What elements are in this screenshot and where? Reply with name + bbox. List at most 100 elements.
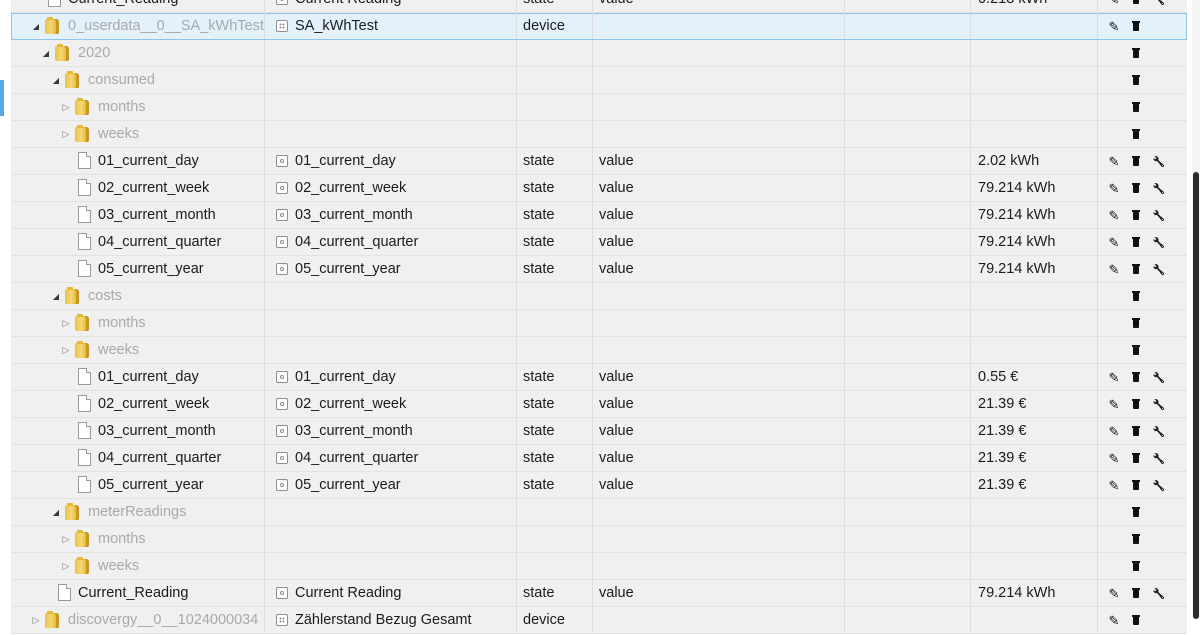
delete-trash-icon[interactable] [1128,364,1144,391]
edit-pencil-icon[interactable] [1106,445,1122,472]
column-role-cell [593,607,845,633]
delete-trash-icon[interactable] [1128,0,1144,13]
expand-triangle-icon[interactable] [61,121,71,148]
delete-trash-icon[interactable] [1128,13,1144,40]
expand-triangle-icon[interactable] [61,526,71,553]
column-room-cell [845,175,971,201]
delete-trash-icon[interactable] [1128,40,1144,67]
settings-wrench-icon[interactable] [1151,256,1167,283]
tree-row[interactable]: Current_Reading Current Reading state value… [11,580,1187,607]
settings-wrench-icon[interactable] [1151,445,1167,472]
delete-trash-icon[interactable] [1128,256,1144,283]
tree-row[interactable]: costs [11,283,1187,310]
edit-pencil-icon[interactable] [1106,391,1122,418]
delete-trash-icon[interactable] [1128,499,1144,526]
settings-wrench-icon[interactable] [1151,148,1167,175]
tree-row[interactable]: weeks [11,553,1187,580]
object-role-text: value [599,180,634,196]
collapse-triangle-icon[interactable] [31,13,41,40]
delete-trash-icon[interactable] [1128,229,1144,256]
edit-pencil-icon[interactable] [1106,580,1122,607]
expand-triangle-icon[interactable] [61,337,71,364]
delete-trash-icon[interactable] [1128,283,1144,310]
column-val-cell [971,94,1098,120]
delete-trash-icon[interactable] [1128,148,1144,175]
column-label-cell [265,40,517,66]
object-id-text: 2020 [78,45,111,61]
tree-row[interactable]: months [11,310,1187,337]
settings-wrench-icon[interactable] [1151,472,1167,499]
edit-pencil-icon[interactable] [1106,364,1122,391]
edit-pencil-icon[interactable] [1106,13,1122,40]
state-type-icon [276,587,288,599]
tree-row[interactable]: 01_current_day 01_current_day state value 2.… [11,148,1187,175]
tree-row[interactable]: months [11,94,1187,121]
vertical-scrollbar[interactable] [1192,0,1200,619]
edit-pencil-icon[interactable] [1106,418,1122,445]
collapse-triangle-icon[interactable] [51,499,61,526]
tree-row[interactable]: 04_current_quarter 04_current_quarter stat… [11,229,1187,256]
delete-trash-icon[interactable] [1128,472,1144,499]
tree-row[interactable]: 05_current_year 05_current_year state value… [11,472,1187,499]
tree-row[interactable]: discovergy__0__1024000034 Zählerstand Bez… [11,607,1187,634]
delete-trash-icon[interactable] [1128,580,1144,607]
tree-row[interactable]: meterReadings [11,499,1187,526]
tree-row[interactable]: 03_current_month 03_current_month state val… [11,418,1187,445]
tree-row[interactable]: consumed [11,67,1187,94]
column-role-cell [593,40,845,66]
tree-row[interactable]: 0_userdata__0__SA_kWhTest SA_kWhTest devic… [11,13,1187,40]
collapse-triangle-icon[interactable] [51,283,61,310]
tree-row[interactable]: 04_current_quarter 04_current_quarter stat… [11,445,1187,472]
expand-triangle-icon[interactable] [61,553,71,580]
edit-pencil-icon[interactable] [1106,472,1122,499]
scrollbar-thumb[interactable] [1193,172,1199,619]
delete-trash-icon[interactable] [1128,202,1144,229]
edit-pencil-icon[interactable] [1106,0,1122,13]
settings-wrench-icon[interactable] [1151,202,1167,229]
expand-triangle-icon[interactable] [61,310,71,337]
settings-wrench-icon[interactable] [1151,418,1167,445]
collapse-triangle-icon[interactable] [41,40,51,67]
settings-wrench-icon[interactable] [1151,229,1167,256]
column-type-cell [517,94,593,120]
edit-pencil-icon[interactable] [1106,175,1122,202]
tree-row[interactable]: 02_current_week 02_current_week state value… [11,391,1187,418]
delete-trash-icon[interactable] [1128,607,1144,634]
delete-trash-icon[interactable] [1128,526,1144,553]
settings-wrench-icon[interactable] [1151,391,1167,418]
tree-row[interactable]: Current_Reading Current Reading state value… [11,0,1187,13]
edit-pencil-icon[interactable] [1106,202,1122,229]
edit-pencil-icon[interactable] [1106,607,1122,634]
tree-row[interactable]: 05_current_year 05_current_year state value… [11,256,1187,283]
delete-trash-icon[interactable] [1128,418,1144,445]
tree-row[interactable]: 01_current_day 01_current_day state value 0.… [11,364,1187,391]
object-name-text: 04_current_quarter [295,450,419,466]
tree-row[interactable]: 03_current_month 03_current_month state val… [11,202,1187,229]
tree-row[interactable]: weeks [11,121,1187,148]
delete-trash-icon[interactable] [1128,445,1144,472]
settings-wrench-icon[interactable] [1151,175,1167,202]
expand-triangle-icon[interactable] [61,94,71,121]
delete-trash-icon[interactable] [1128,175,1144,202]
delete-trash-icon[interactable] [1128,94,1144,121]
expand-triangle-icon[interactable] [31,607,41,634]
column-type-cell [517,121,593,147]
delete-trash-icon[interactable] [1128,310,1144,337]
collapse-triangle-icon[interactable] [51,67,61,94]
tree-row[interactable]: months [11,526,1187,553]
settings-wrench-icon[interactable] [1151,580,1167,607]
settings-wrench-icon[interactable] [1151,0,1167,13]
delete-trash-icon[interactable] [1128,391,1144,418]
edit-pencil-icon[interactable] [1106,229,1122,256]
settings-wrench-icon[interactable] [1151,364,1167,391]
state-type-icon [276,452,288,464]
tree-row[interactable]: 2020 [11,40,1187,67]
tree-row[interactable]: 02_current_week 02_current_week state value… [11,175,1187,202]
delete-trash-icon[interactable] [1128,121,1144,148]
tree-row[interactable]: weeks [11,337,1187,364]
delete-trash-icon[interactable] [1128,67,1144,94]
delete-trash-icon[interactable] [1128,337,1144,364]
edit-pencil-icon[interactable] [1106,256,1122,283]
delete-trash-icon[interactable] [1128,553,1144,580]
edit-pencil-icon[interactable] [1106,148,1122,175]
